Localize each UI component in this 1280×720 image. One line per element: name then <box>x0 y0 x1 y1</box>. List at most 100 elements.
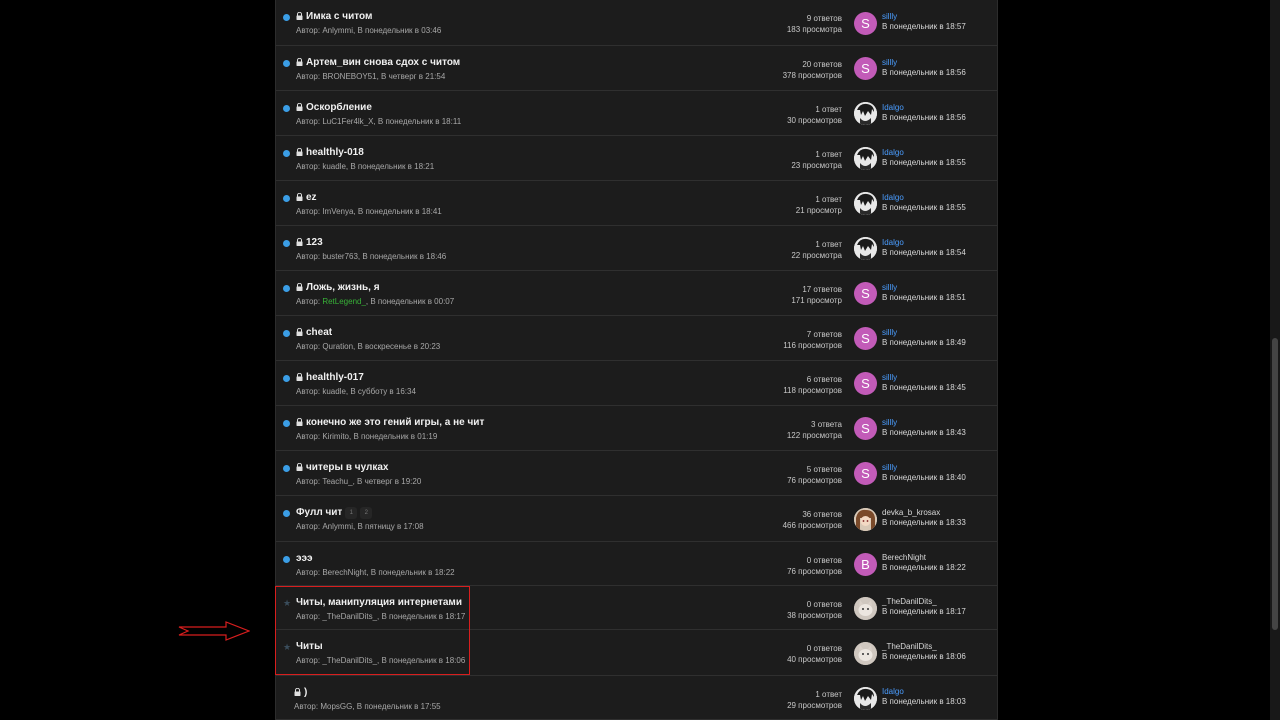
author-name-link[interactable]: LuC1Fer4lk_X <box>322 117 373 126</box>
author-name-link[interactable]: Anlymmi <box>322 522 353 531</box>
last-post-date-link[interactable]: В понедельник в 18:56 <box>882 68 966 78</box>
thread-row[interactable]: cheat Автор: Quration, В воскресенье в 20… <box>276 316 997 361</box>
last-poster-avatar[interactable] <box>854 642 877 665</box>
thread-title-link[interactable]: читеры в чулках <box>306 462 388 473</box>
thread-row[interactable]: Ложь, жизнь, я Автор: RetLegend_, В понед… <box>276 271 997 316</box>
thread-title-link[interactable]: Имка с читом <box>306 11 372 22</box>
thread-row[interactable]: healthly-018 Автор: kuadle, В понедельник… <box>276 136 997 181</box>
page-link[interactable]: 2 <box>360 507 373 519</box>
last-poster-avatar[interactable] <box>854 508 877 531</box>
scrollbar-thumb[interactable] <box>1272 338 1278 630</box>
author-name-link[interactable]: MopsGG <box>320 702 352 711</box>
last-poster-name-link[interactable]: Idalgo <box>882 687 966 697</box>
last-post-date-link[interactable]: В понедельник в 18:56 <box>882 113 966 123</box>
thread-title-link[interactable]: Ложь, жизнь, я <box>306 282 380 293</box>
last-poster-avatar[interactable] <box>854 597 877 620</box>
last-post-date-link[interactable]: В понедельник в 18:33 <box>882 518 966 528</box>
thread-title-link[interactable]: healthly-018 <box>306 147 364 158</box>
last-poster-name-link[interactable]: devka_b_krosax <box>882 508 966 518</box>
last-poster-name-link[interactable]: BerechNight <box>882 553 966 563</box>
thread-row[interactable]: ) Автор: MopsGG, В понедельник в 17:55 1 о… <box>276 676 997 720</box>
last-poster-name-link[interactable]: sillly <box>882 373 966 383</box>
author-name-link[interactable]: Quration <box>322 342 353 351</box>
unread-dot-icon <box>283 330 290 337</box>
thread-row[interactable]: читеры в чулках Автор: Teachu_, В четверг… <box>276 451 997 496</box>
last-post-date-link[interactable]: В понедельник в 18:40 <box>882 473 966 483</box>
last-post-date-link[interactable]: В понедельник в 18:06 <box>882 652 966 662</box>
last-poster-avatar[interactable]: S <box>854 417 877 440</box>
author-name-link[interactable]: buster763 <box>322 252 358 261</box>
annotation-highlight-box <box>275 586 470 675</box>
last-post-date-link[interactable]: В понедельник в 18:57 <box>882 22 966 32</box>
author-name-link[interactable]: BerechNight <box>322 568 366 577</box>
last-poster-name-link[interactable]: sillly <box>882 463 966 473</box>
thread-title-link[interactable]: healthly-017 <box>306 372 364 383</box>
last-poster-avatar[interactable]: S <box>854 462 877 485</box>
last-poster-name-link[interactable]: sillly <box>882 418 966 428</box>
last-post-date-link[interactable]: В понедельник в 18:45 <box>882 383 966 393</box>
thread-title-link[interactable]: 123 <box>306 237 323 248</box>
last-post-date-link[interactable]: В понедельник в 18:43 <box>882 428 966 438</box>
thread-title-link[interactable]: ) <box>304 687 307 698</box>
last-poster-name-link[interactable]: _TheDanilDits_ <box>882 642 966 652</box>
author-name-link[interactable]: kuadle <box>322 387 346 396</box>
thread-title-link[interactable]: ez <box>306 192 317 203</box>
last-poster-avatar[interactable] <box>854 687 877 710</box>
author-name-link[interactable]: RetLegend_ <box>322 297 366 306</box>
last-poster-avatar[interactable]: S <box>854 282 877 305</box>
last-post-date-link[interactable]: В понедельник в 18:51 <box>882 293 966 303</box>
last-poster-avatar[interactable]: S <box>854 57 877 80</box>
last-poster-avatar[interactable]: S <box>854 12 877 35</box>
thread-row[interactable]: Артем_вин снова сдох с читом Автор: BRONE… <box>276 46 997 91</box>
last-poster-name-link[interactable]: sillly <box>882 12 966 22</box>
last-poster-avatar[interactable]: B <box>854 553 877 576</box>
thread-row[interactable]: эээ Автор: BerechNight, В понедельник в 1… <box>276 542 997 586</box>
page-link[interactable]: 1 <box>345 507 358 519</box>
thread-row[interactable]: Фулл чит 1 2 Автор: Anlymmi, В пятницу в 17… <box>276 496 997 542</box>
last-post-date-link[interactable]: В понедельник в 18:49 <box>882 338 966 348</box>
author-name-link[interactable]: Teachu_ <box>322 477 352 486</box>
last-poster-avatar[interactable] <box>854 192 877 215</box>
author-name-link[interactable]: kuadle <box>322 162 346 171</box>
last-poster-name-link[interactable]: Idalgo <box>882 148 966 158</box>
thread-title-link[interactable]: конечно же это гений игры, а не чит <box>306 417 484 428</box>
last-poster-name-link[interactable]: Idalgo <box>882 103 966 113</box>
last-post-date-link[interactable]: В понедельник в 18:55 <box>882 158 966 168</box>
author-name-link[interactable]: ImVenya <box>322 207 353 216</box>
author-prefix: Автор: <box>296 117 323 126</box>
thread-row[interactable]: healthly-017 Автор: kuadle, В субботу в 1… <box>276 361 997 406</box>
thread-title-link[interactable]: Артем_вин снова сдох с читом <box>306 57 460 68</box>
last-post-date-link[interactable]: В понедельник в 18:03 <box>882 697 966 707</box>
last-poster-avatar[interactable] <box>854 237 877 260</box>
last-poster-name-link[interactable]: sillly <box>882 328 966 338</box>
last-poster-avatar[interactable]: S <box>854 372 877 395</box>
thread-title-link[interactable]: эээ <box>296 553 313 564</box>
last-post-date-link[interactable]: В понедельник в 18:17 <box>882 607 966 617</box>
last-poster-name-link[interactable]: _TheDanilDits_ <box>882 597 966 607</box>
last-poster-name-link[interactable]: sillly <box>882 283 966 293</box>
last-post-date-link[interactable]: В понедельник в 18:55 <box>882 203 966 213</box>
last-post-date-link[interactable]: В понедельник в 18:54 <box>882 248 966 258</box>
thread-stats: 17 ответов 171 просмотр <box>791 284 842 306</box>
thread-row[interactable]: Оскорбление Автор: LuC1Fer4lk_X, В понеде… <box>276 91 997 136</box>
author-name-link[interactable]: Anlymmi <box>322 26 353 35</box>
last-poster-name-link[interactable]: Idalgo <box>882 238 966 248</box>
thread-row[interactable]: Имка с читом Автор: Anlymmi, В понедельни… <box>276 0 997 46</box>
last-poster-avatar[interactable] <box>854 147 877 170</box>
thread-row[interactable]: конечно же это гений игры, а не чит Автор… <box>276 406 997 451</box>
last-poster-avatar[interactable]: S <box>854 327 877 350</box>
thread-row[interactable]: 123 Автор: buster763, В понедельник в 18:… <box>276 226 997 271</box>
last-poster-name-link[interactable]: Idalgo <box>882 193 966 203</box>
author-name-link[interactable]: Kirimito <box>322 432 349 441</box>
thread-title-link[interactable]: Оскорбление <box>306 102 372 113</box>
last-poster-name-link[interactable]: sillly <box>882 58 966 68</box>
page-scrollbar[interactable] <box>1270 0 1280 720</box>
author-name-link[interactable]: BRONEBOY51 <box>322 72 376 81</box>
last-post-date-link[interactable]: В понедельник в 18:22 <box>882 563 966 573</box>
thread-title-link[interactable]: Фулл чит <box>296 507 342 518</box>
thread-row[interactable]: ez Автор: ImVenya, В понедельник в 18:41 1… <box>276 181 997 226</box>
last-poster-avatar[interactable] <box>854 102 877 125</box>
thread-title-link[interactable]: cheat <box>306 327 332 338</box>
thread-title-line: Ложь, жизнь, я <box>296 282 380 293</box>
thread-author-line: Автор: Anlymmi, В понедельник в 03:46 <box>296 26 441 35</box>
